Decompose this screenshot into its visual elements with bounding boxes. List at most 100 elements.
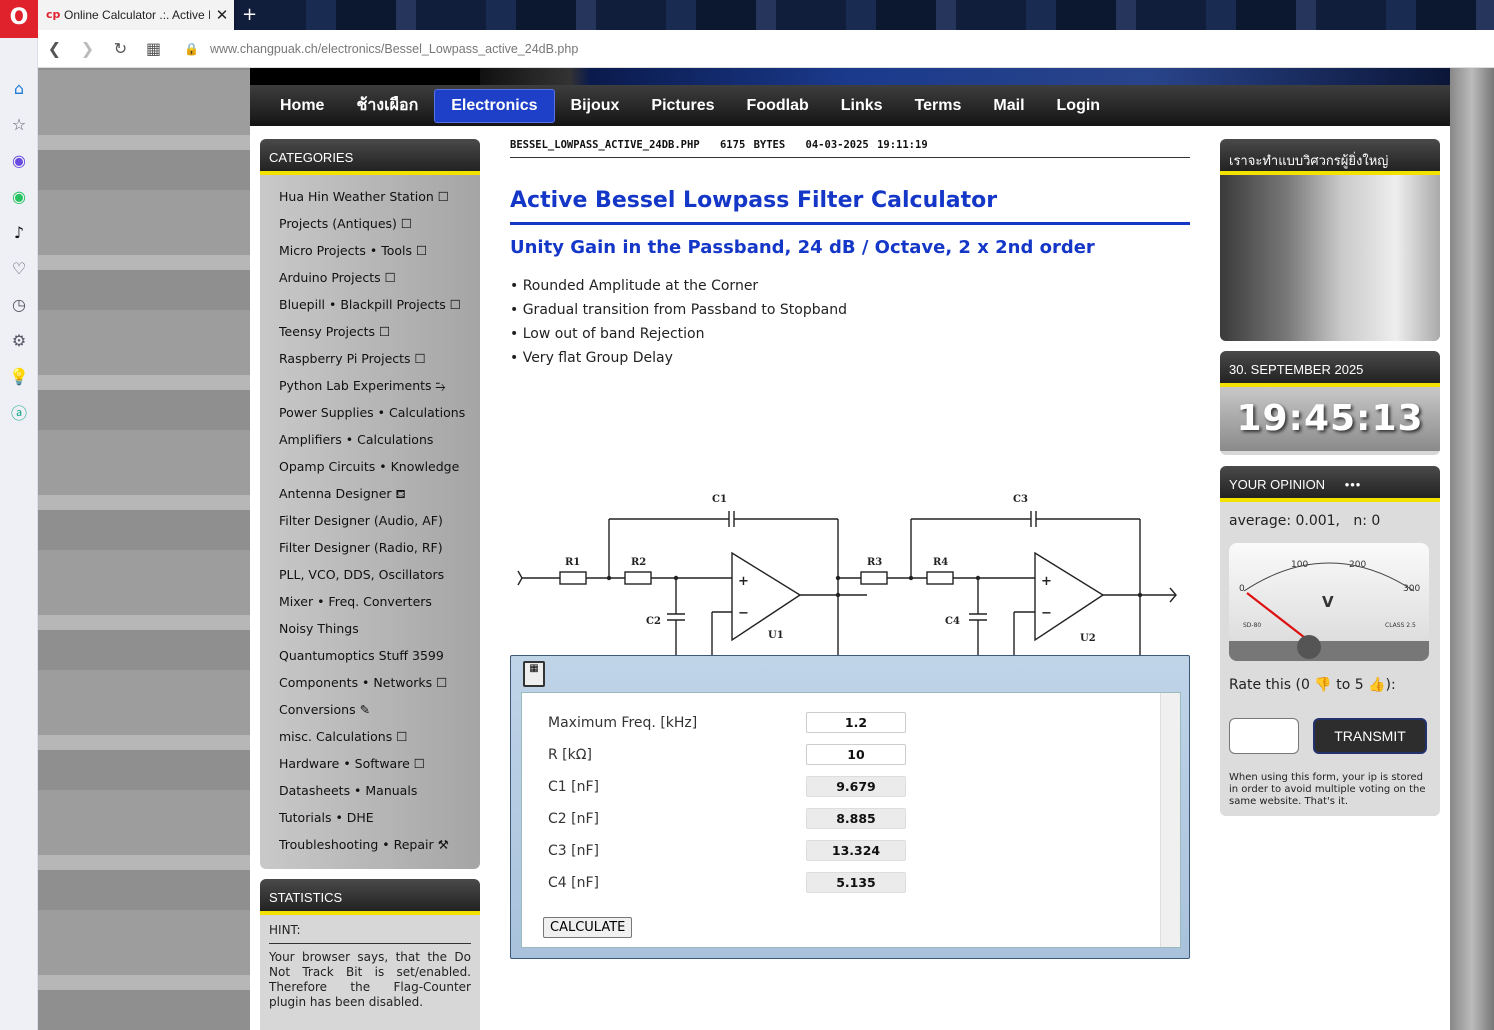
tick-0: 0 [1239, 584, 1245, 594]
home-icon[interactable]: ⌂ [0, 70, 38, 106]
category-item[interactable]: misc. Calculations ☐ [279, 723, 480, 750]
calculator-scrollbar[interactable] [1160, 693, 1180, 947]
browser-tab[interactable]: cp Online Calculator .:. Active B ✕ [38, 0, 234, 30]
site-favicon-icon: cp [46, 8, 61, 21]
calculator-box: ▦ Maximum Freq. [kHz] 1.2 R [kΩ] 10 C1 [… [510, 655, 1190, 959]
history-icon[interactable]: ◷ [0, 286, 38, 322]
tips-icon[interactable]: 💡 [0, 358, 38, 394]
label-c4: C4 [945, 616, 960, 627]
menu-pictures[interactable]: Pictures [635, 90, 730, 122]
category-item[interactable]: Quantumoptics Stuff 3599 [279, 642, 480, 669]
label-max-freq: Maximum Freq. [kHz] [548, 715, 698, 731]
menu-changpuak[interactable]: ช้างเผือก [340, 86, 434, 125]
rating-input[interactable] [1229, 718, 1299, 754]
more-icon[interactable]: ••• [1345, 477, 1362, 492]
category-item[interactable]: Tutorials • DHE [279, 804, 480, 831]
svg-text:−: − [1041, 606, 1052, 621]
category-item[interactable]: Bluepill • Blackpill Projects ☐ [279, 291, 480, 318]
clock-panel: 30. SEPTEMBER 2025 19:45:13 [1220, 351, 1440, 455]
pinboard-icon[interactable]: ☆ [0, 106, 38, 142]
new-tab-icon[interactable]: + [242, 4, 257, 25]
menu-mail[interactable]: Mail [977, 90, 1040, 122]
menu-links[interactable]: Links [825, 90, 899, 122]
label-u1: U1 [768, 630, 784, 641]
category-item[interactable]: Filter Designer (Audio, AF) [279, 507, 480, 534]
file-info: BESSEL_LOWPASS_ACTIVE_24DB.PHP 6175 BYTE… [510, 130, 1190, 158]
c2-output: 8.885 [806, 808, 906, 829]
menu-foodlab[interactable]: Foodlab [731, 90, 825, 122]
category-item[interactable]: Hardware • Software ☐ [279, 750, 480, 777]
transmit-button[interactable]: TRANSMIT [1313, 718, 1427, 754]
category-item[interactable]: Python Lab Experiments ⥲ [279, 372, 480, 399]
opamp-u2 [1034, 551, 1105, 642]
category-item[interactable]: Filter Designer (Radio, RF) [279, 534, 480, 561]
label-r3: R3 [867, 557, 882, 568]
back-icon[interactable]: ❮ [38, 39, 71, 58]
file-size: 6175 BYTES [719, 139, 786, 151]
category-item[interactable]: Amplifiers • Calculations [279, 426, 480, 453]
categories-panel: CATEGORIES Hua Hin Weather Station ☐ Pro… [260, 139, 480, 869]
lock-icon[interactable]: 🔒 [184, 42, 204, 56]
aria-icon[interactable]: ⓐ [0, 394, 38, 430]
rate-prompt: Rate this (0 👎 to 5 👍): [1229, 677, 1396, 693]
feature-list: • Rounded Amplitude at the Corner • Grad… [510, 278, 1190, 374]
c3-output: 13.324 [806, 840, 906, 861]
category-item[interactable]: Raspberry Pi Projects ☐ [279, 345, 480, 372]
menu-bijoux[interactable]: Bijoux [555, 90, 636, 122]
forward-icon[interactable]: ❯ [71, 39, 104, 58]
browser-sidebar: ⌂ ☆ ◉ ◉ ♪ ♡ ◷ ⚙ 💡 ⓐ [0, 38, 38, 1030]
category-item[interactable]: Antenna Designer ⛾ [279, 480, 480, 507]
menu-login[interactable]: Login [1041, 90, 1117, 122]
category-item[interactable]: Troubleshooting • Repair ⚒ [279, 831, 480, 858]
category-item[interactable]: Conversions ✎ [279, 696, 480, 723]
meter-model: SD-80 [1243, 622, 1261, 629]
category-item[interactable]: Noisy Things [279, 615, 480, 642]
meter-unit: V [1322, 593, 1334, 611]
max-freq-input[interactable]: 1.2 [806, 712, 906, 733]
menu-terms[interactable]: Terms [899, 90, 978, 122]
reload-icon[interactable]: ↻ [104, 39, 137, 58]
opera-logo-icon[interactable]: O [0, 0, 38, 38]
url-path: /electronics/Bessel_Lowpass_active_24dB.… [317, 41, 579, 56]
r-input[interactable]: 10 [806, 744, 906, 765]
messenger-icon[interactable]: ◉ [0, 142, 38, 178]
label-r2: R2 [631, 557, 646, 568]
tick-200: 200 [1349, 560, 1366, 570]
resistor-r1 [559, 571, 587, 585]
meter-needle [1246, 592, 1310, 642]
category-item[interactable]: Arduino Projects ☐ [279, 264, 480, 291]
tabs-grid-icon[interactable]: ▦ [137, 39, 170, 58]
category-item[interactable]: Datasheets • Manuals [279, 777, 480, 804]
tiktok-icon[interactable]: ♪ [0, 214, 38, 250]
category-item[interactable]: Hua Hin Weather Station ☐ [279, 183, 480, 210]
category-item[interactable]: Power Supplies • Calculations [279, 399, 480, 426]
category-item[interactable]: Opamp Circuits • Knowledge [279, 453, 480, 480]
whatsapp-icon[interactable]: ◉ [0, 178, 38, 214]
label-r4: R4 [933, 557, 948, 568]
hint-label: HINT: [269, 923, 471, 944]
category-item[interactable]: Teensy Projects ☐ [279, 318, 480, 345]
category-item[interactable]: Components • Networks ☐ [279, 669, 480, 696]
label-c4-result: C4 [nF] [548, 875, 599, 891]
label-c3-result: C3 [nF] [548, 843, 599, 859]
photo-panel: เราจะทำแบบวิศวกรผู้ยิ่งใหญ่ [1220, 139, 1440, 341]
statistics-title: STATISTICS [260, 879, 480, 915]
category-item[interactable]: Micro Projects • Tools ☐ [279, 237, 480, 264]
feature-item: • Low out of band Rejection [510, 326, 705, 342]
category-item[interactable]: Mixer • Freq. Converters [279, 588, 480, 615]
feature-item: • Rounded Amplitude at the Corner [510, 278, 759, 294]
resistor-r3 [860, 571, 888, 585]
category-item[interactable]: PLL, VCO, DDS, Oscillators [279, 561, 480, 588]
opinion-header: YOUR OPINION ••• [1220, 466, 1440, 502]
tab-close-icon[interactable]: ✕ [210, 6, 234, 24]
opinion-panel: YOUR OPINION ••• average: 0.001, n: 0 0 … [1220, 466, 1440, 816]
category-item[interactable]: Projects (Antiques) ☐ [279, 210, 480, 237]
calculate-button[interactable]: CALCULATE [543, 917, 633, 938]
page-background-left [38, 68, 250, 1030]
file-date: 04-03-2025 19:11:19 [805, 139, 928, 151]
menu-electronics[interactable]: Electronics [434, 88, 555, 123]
url-field[interactable]: www.changpuak.ch/electronics/Bessel_Lowp… [210, 42, 578, 56]
menu-home[interactable]: Home [264, 90, 340, 122]
settings-icon[interactable]: ⚙ [0, 322, 38, 358]
favorites-icon[interactable]: ♡ [0, 250, 38, 286]
